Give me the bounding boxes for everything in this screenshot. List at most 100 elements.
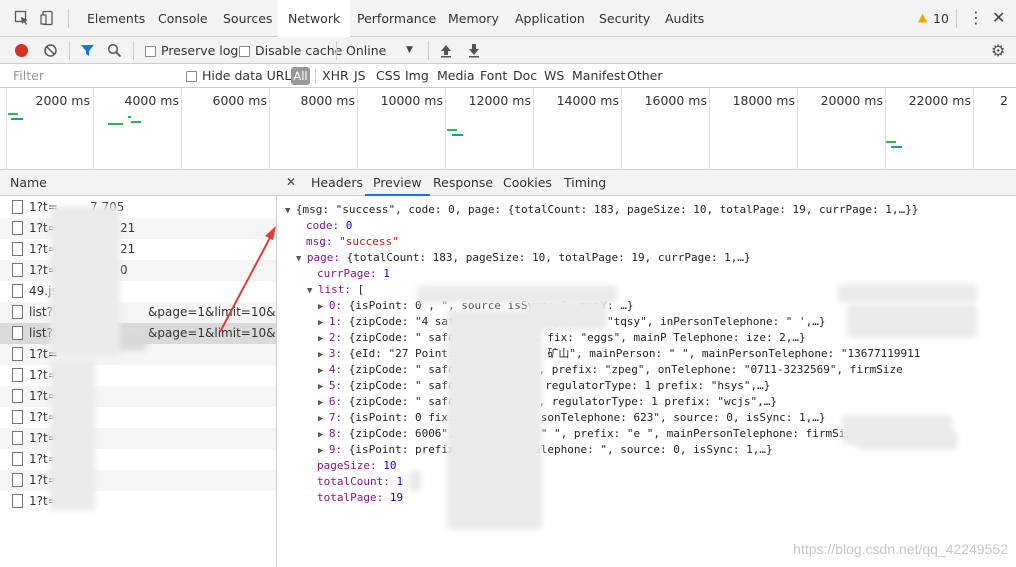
filter-type-doc[interactable]: Doc <box>513 64 537 88</box>
redaction <box>837 284 977 302</box>
filter-type-css[interactable]: CSS <box>376 64 401 88</box>
tab-elements[interactable]: Elements <box>87 0 145 37</box>
request-name-tail: 21 <box>120 242 136 256</box>
request-row[interactable]: 1?t= <box>0 491 276 512</box>
toolbar-divider <box>133 41 134 60</box>
record-icon[interactable] <box>15 44 28 57</box>
json-line[interactable]: ▶ 9: {isPoint: prefix: "ep ersonTelephon… <box>318 442 773 459</box>
request-row[interactable]: 1?t=7 705 <box>0 197 276 218</box>
timeline-tick-label: 20000 ms <box>820 93 883 108</box>
request-row[interactable]: 1?t= <box>0 407 276 428</box>
json-line[interactable]: ▶ 3: {eId: "27 Point: 0, varName3: 矿山", … <box>318 346 920 363</box>
device-toolbar-icon[interactable] <box>40 10 56 26</box>
filter-type-media[interactable]: Media <box>437 64 475 88</box>
tab-preview[interactable]: Preview <box>365 170 430 196</box>
name-column-header[interactable]: Name <box>0 170 277 196</box>
settings-gear-icon[interactable]: ⚙ <box>991 42 1005 59</box>
json-line[interactable]: ▼ list: [ <box>307 282 364 299</box>
collapsed-triangle-icon[interactable]: ▶ <box>318 318 329 328</box>
tab-audits[interactable]: Audits <box>665 0 704 37</box>
tab-memory[interactable]: Memory <box>448 0 499 37</box>
close-detail-icon[interactable]: ✕ <box>286 175 296 189</box>
collapsed-triangle-icon[interactable]: ▶ <box>318 334 329 344</box>
filter-type-manifest[interactable]: Manifest <box>572 64 625 88</box>
collapsed-triangle-icon[interactable]: ▶ <box>318 366 329 376</box>
timeline-tick-label: 8000 ms <box>300 93 355 108</box>
throttling-select[interactable]: Online ▼ <box>346 37 418 64</box>
collapsed-triangle-icon[interactable]: ▶ <box>318 430 329 440</box>
warning-icon[interactable]: ▲ <box>918 10 927 24</box>
request-row[interactable]: 1?t= <box>0 449 276 470</box>
hide-data-urls-label: Hide data URLs <box>202 68 298 83</box>
import-har-icon[interactable] <box>439 43 453 58</box>
preserve-log-checkbox[interactable]: Preserve log <box>145 37 238 64</box>
json-line[interactable]: ▼ page: {totalCount: 183, pageSize: 10, … <box>296 250 751 267</box>
filter-type-ws[interactable]: WS <box>544 64 564 88</box>
json-text: {msg: "success", code: 0, page: {totalCo… <box>295 203 919 216</box>
request-row[interactable]: 1?t= <box>0 365 276 386</box>
request-row[interactable]: 1?t= <box>0 386 276 407</box>
warning-count[interactable]: 10 <box>933 0 949 37</box>
tab-response[interactable]: Response <box>433 170 493 196</box>
tab-timing[interactable]: Timing <box>564 170 606 196</box>
json-text: pageSize: 10 <box>317 459 397 472</box>
timeline-bar <box>8 113 18 115</box>
clear-icon[interactable] <box>43 43 58 58</box>
collapsed-triangle-icon[interactable]: ▶ <box>318 302 329 312</box>
timeline-bar <box>108 123 123 125</box>
tab-headers[interactable]: Headers <box>311 170 363 196</box>
more-menu-icon[interactable]: ⋮ <box>968 8 984 28</box>
expand-triangle-icon[interactable]: ▼ <box>296 254 307 264</box>
json-line[interactable]: ▶ 7: {isPoint: 0 fix: "rffl", mai sonTel… <box>318 410 826 427</box>
tab-console[interactable]: Console <box>158 0 208 37</box>
disable-cache-checkbox[interactable]: Disable cache <box>239 37 342 64</box>
preserve-log-label: Preserve log <box>161 43 239 58</box>
collapsed-triangle-icon[interactable]: ▶ <box>318 398 329 408</box>
close-icon[interactable]: ✕ <box>992 8 1005 28</box>
tab-security[interactable]: Security <box>599 0 650 37</box>
request-row[interactable]: 1?t= <box>0 470 276 491</box>
json-line[interactable]: ▶ 8: {zipCode: 6006", safePerson: " ", p… <box>318 426 859 443</box>
filter-type-font[interactable]: Font <box>480 64 507 88</box>
collapsed-triangle-icon[interactable]: ▶ <box>318 350 329 360</box>
filter-type-js[interactable]: JS <box>354 64 366 88</box>
expand-triangle-icon[interactable]: ▼ <box>285 206 296 216</box>
redaction <box>527 300 607 330</box>
checkbox-box[interactable] <box>186 71 197 82</box>
json-line[interactable]: ▼ {msg: "success", code: 0, page: {total… <box>285 202 918 219</box>
filter-type-xhr[interactable]: XHR <box>322 64 349 88</box>
tab-application[interactable]: Application <box>515 0 585 37</box>
checkbox-box[interactable] <box>145 46 156 57</box>
json-line: currPage: 1 <box>307 266 390 282</box>
filter-divider <box>315 69 316 84</box>
json-line[interactable]: ▶ 2: {zipCode: " safePerson: "--", fix: … <box>318 330 806 347</box>
redaction <box>50 206 120 356</box>
expand-triangle-icon[interactable]: ▼ <box>307 286 318 296</box>
filter-type-all[interactable]: All <box>291 67 310 85</box>
filter-type-img[interactable]: Img <box>405 64 429 88</box>
json-line[interactable]: ▶ 6: {zipCode: " safePerson: "曾 ", regul… <box>318 394 777 411</box>
filter-icon[interactable] <box>80 43 95 58</box>
redaction <box>447 310 542 530</box>
timeline-tick-label: 18000 ms <box>732 93 795 108</box>
checkbox-box[interactable] <box>239 46 250 57</box>
network-overview-timeline[interactable]: 2000 ms 4000 ms 6000 ms 8000 ms 10000 ms… <box>0 88 1016 170</box>
collapsed-triangle-icon[interactable]: ▶ <box>318 414 329 424</box>
export-har-icon[interactable] <box>467 43 481 58</box>
request-row[interactable]: 1?t= <box>0 428 276 449</box>
inspect-element-icon[interactable] <box>14 10 30 26</box>
filter-type-other[interactable]: Other <box>627 64 663 88</box>
hide-data-urls-checkbox[interactable]: Hide data URLs <box>186 64 298 88</box>
search-icon[interactable] <box>107 43 122 58</box>
filter-input[interactable]: Filter <box>13 64 173 88</box>
json-line[interactable]: ▶ 4: {zipCode: " safePerson: "付 ", prefi… <box>318 362 903 379</box>
json-line[interactable]: ▶ 5: {zipCode: " safePerson: "杨 , regula… <box>318 378 770 395</box>
tab-cookies[interactable]: Cookies <box>503 170 552 196</box>
json-text: totalPage: 19 <box>317 491 404 504</box>
collapsed-triangle-icon[interactable]: ▶ <box>318 446 329 456</box>
tab-network[interactable]: Network <box>278 0 351 37</box>
collapsed-triangle-icon[interactable]: ▶ <box>318 382 329 392</box>
tab-performance[interactable]: Performance <box>357 0 436 37</box>
tab-sources[interactable]: Sources <box>223 0 272 37</box>
timeline-tick-label: 4000 ms <box>124 93 179 108</box>
